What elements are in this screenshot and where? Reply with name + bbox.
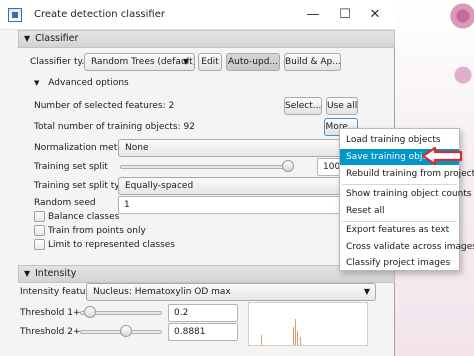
chevron-down-icon: ▼	[24, 34, 31, 43]
close-button[interactable]: ✕	[354, 0, 396, 30]
threshold2-input[interactable]: 0.8881	[168, 323, 238, 341]
threshold1-input[interactable]: 0.2	[168, 304, 238, 322]
classifier-section-title: Classifier	[35, 33, 79, 44]
balance-classes-checkbox[interactable]	[34, 211, 45, 222]
limit-classes-checkbox[interactable]	[34, 239, 45, 250]
chevron-down-icon: ▼	[24, 269, 31, 278]
histogram-bar	[295, 319, 296, 345]
histogram-bar	[300, 337, 301, 345]
classifier-dialog: Create detection classifier — ☐ ✕ ▼ Clas…	[0, 0, 395, 356]
threshold2-slider-thumb[interactable]	[120, 325, 132, 337]
menu-separator	[342, 184, 457, 185]
select-features-button[interactable]: Select...	[284, 97, 322, 115]
classifier-section-header[interactable]: ▼ Classifier	[18, 30, 395, 48]
training-split-label: Training set split	[34, 162, 108, 172]
normalization-value: None	[125, 143, 149, 153]
menu-item-export-features[interactable]: Export features as text	[340, 222, 459, 238]
training-objects-text: Total number of training objects: 92	[34, 122, 195, 132]
intensity-feature-select[interactable]: Nucleus: Hematoxylin OD max ▼	[86, 283, 376, 301]
menu-item-rebuild-training[interactable]: Rebuild training from project	[340, 166, 474, 182]
advanced-options-title: Advanced options	[48, 78, 129, 88]
window-title: Create detection classifier	[34, 9, 165, 20]
intensity-section-title: Intensity	[35, 268, 77, 279]
normalization-select[interactable]: None	[118, 139, 343, 157]
annotation-arrow-icon	[421, 146, 463, 166]
edit-button[interactable]: Edit	[198, 53, 222, 71]
menu-item-show-counts[interactable]: Show training object counts	[340, 186, 472, 202]
classifier-type-select[interactable]: Random Trees (default) ▼	[84, 53, 195, 71]
histogram-bar	[261, 335, 262, 345]
app-icon	[8, 8, 22, 22]
use-all-features-button[interactable]: Use all	[326, 97, 358, 115]
histogram-bar	[297, 331, 298, 345]
histogram-bar	[293, 327, 294, 345]
random-seed-input[interactable]: 1	[118, 196, 343, 214]
balance-classes-label: Balance classes	[48, 212, 120, 222]
tissue-region	[452, 60, 474, 90]
limit-classes-label: Limit to represented classes	[48, 240, 175, 250]
menu-item-classify-project[interactable]: Classify project images	[340, 255, 459, 271]
split-type-value: Equally-spaced	[125, 181, 194, 191]
train-from-points-label: Train from points only	[48, 226, 146, 236]
chevron-down-icon: ▼	[182, 57, 189, 66]
menu-item-cross-validate[interactable]: Cross validate across images	[340, 239, 474, 255]
training-split-slider[interactable]	[120, 165, 290, 169]
intensity-histogram	[248, 302, 368, 346]
random-seed-label: Random seed	[34, 198, 96, 208]
intensity-feature-value: Nucleus: Hematoxylin OD max	[93, 287, 231, 297]
split-type-select[interactable]: Equally-spaced	[118, 177, 343, 195]
title-bar: Create detection classifier — ☐ ✕	[0, 0, 395, 30]
training-split-slider-thumb[interactable]	[282, 160, 294, 172]
split-type-label: Training set split type	[34, 181, 131, 191]
train-from-points-checkbox[interactable]	[34, 225, 45, 236]
selected-features-text: Number of selected features: 2	[34, 101, 175, 111]
chevron-down-icon: ▼	[363, 287, 370, 296]
build-apply-button[interactable]: Build & Ap...	[284, 53, 341, 71]
tissue-region	[446, 0, 474, 40]
threshold1-slider-thumb[interactable]	[84, 306, 96, 318]
auto-update-toggle[interactable]: Auto-upd...	[226, 53, 280, 71]
classifier-type-label: Classifier ty...	[30, 57, 91, 67]
classifier-type-value: Random Trees (default)	[91, 57, 195, 67]
threshold1-label: Threshold 1+	[20, 308, 81, 318]
menu-item-reset-all[interactable]: Reset all	[340, 203, 459, 219]
advanced-options-toggle[interactable]: ▼ Advanced options	[34, 78, 129, 88]
threshold2-label: Threshold 2+	[20, 327, 81, 337]
chevron-down-icon: ▼	[34, 79, 40, 87]
